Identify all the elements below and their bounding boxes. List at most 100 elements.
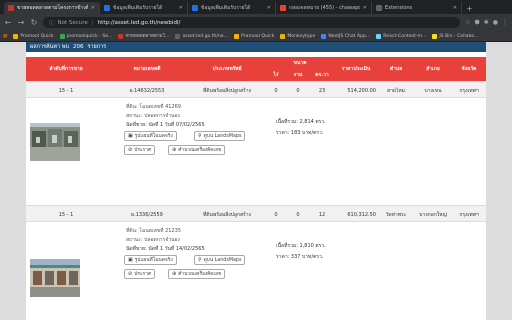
calculator-button[interactable]: ⊕ คำนวณเครื่องคิดเลข [168,145,226,155]
plus-circle-icon: ⊕ [172,271,177,277]
info-icon[interactable]: ⓘ [49,19,55,27]
bookmark-icon [376,33,382,39]
bookmark-item[interactable]: Pramool Quick [13,33,54,39]
cell-rai: 0 [274,211,278,218]
security-label: Not Secure [57,19,88,26]
area-info: เนื้อที่รวม: 2,814 ตรว. ราคา: 183 บาท/ตร… [276,117,326,139]
close-icon[interactable]: ✕ [363,5,367,11]
tab-title: กล่องจดหมาย (455) - chawapolk [289,5,360,11]
tab-inbox[interactable]: กล่องจดหมาย (455) - chawapolk ✕ [276,2,372,14]
cell-type: ที่ดินพร้อมสิ่งปลูกสร้าง [203,211,251,218]
menu-icon[interactable]: ⋮ [502,19,508,26]
bookmark-item[interactable]: Monkeytype [280,33,315,39]
landsmaps-button[interactable]: ⚲ ดูบน LandsMaps [194,131,246,141]
bookmark-item[interactable]: React-Context-m... [376,33,426,39]
forward-icon[interactable]: → [17,18,25,27]
bookmark-icon [118,33,124,39]
header-sale-order: ลำดับที่การขาย [49,66,83,72]
browser-tab-bar: ขายทอดตลาดตามโครงการข้างต้น ✕ ข้อมูลเพิ่… [0,0,512,14]
reload-icon[interactable]: ↻ [30,18,38,27]
cell-case-no: ผ.14632/2553 [129,87,165,94]
announcement-button[interactable]: ⊘ ประกาศ [124,269,156,279]
cell-sale-order: 15 - 1 [58,87,74,94]
cell-wa: 12 [318,211,326,218]
calculator-button[interactable]: ⊕ คำนวณเครื่องคิดเลข [168,269,226,279]
bookmark-item[interactable]: asset.led.go.th/ne... [175,33,228,39]
page-content: ผลการค้นหา พบ 206 รายการ ลำดับที่การขาย … [0,42,512,320]
close-icon[interactable]: ✕ [453,5,457,11]
bookmark-icon [13,33,19,39]
bookmark-icon [280,33,286,39]
back-icon[interactable]: ← [4,18,12,27]
bookmark-item[interactable]: ขายทอดตลาดตามโ... [118,33,169,40]
tab-info-2[interactable]: ข้อมูลเพิ่มเติมรับรายได้ ✕ [188,2,276,14]
property-photo[interactable] [30,123,80,161]
cell-type: ที่ดินพร้อมสิ่งปลูกสร้าง [203,87,251,94]
cell-wa: 23 [318,87,326,94]
new-tab-icon[interactable]: + [462,2,477,14]
tab-favicon [8,5,14,11]
bookmark-item[interactable]: JS Bin - Collabo... [432,33,478,39]
price-per-wa: ราคา: 337 บาท/ตรว. [276,254,324,260]
bookmark-star-icon[interactable]: ☆ [465,19,470,26]
bookmark-icon [59,33,65,39]
announcement-button[interactable]: ⊘ ประกาศ [124,145,156,155]
bookmark-item[interactable]: NextJS Chat App... [321,33,370,39]
table-row[interactable]: 15 - 1 ผ.1336/2559 ที่ดินพร้อมสิ่งปลูกสร… [26,205,486,222]
tab-favicon [104,5,110,11]
header-case-no: หมายเลขคดี [133,66,161,72]
mortgage-status: สถานะ: ปลอดการจำนอง [126,237,180,243]
close-icon[interactable]: ✕ [179,5,183,11]
extension-icon[interactable]: ⬢ [474,19,479,26]
table-header: ลำดับที่การขาย หมายเลขคดี ประเภททรัพย์ ข… [26,57,486,81]
result-count: 206 [72,44,84,50]
header-ngan: งาน [293,72,303,78]
tab-title: ขายทอดตลาดตามโครงการข้างต้น [17,5,88,11]
cell-province: กรุงเทพฯ [459,211,479,218]
result-label: ผลการค้นหา พบ [30,44,69,50]
bookmark-item[interactable]: promoolquick - Se... [59,33,112,39]
ban-icon: ⊘ [128,271,133,277]
property-photo-image [30,259,80,297]
tab-title: Extensions [385,5,413,11]
property-photo[interactable] [30,259,80,297]
property-info: ที่ดิน: โฉนดเลขที่ 21235 สถานะ: ปลอดการจ… [126,227,205,254]
photo-deed-button[interactable]: ▣ รูปแผนที่โฉนดจริง [124,131,177,141]
table-row[interactable]: 15 - 1 ผ.14632/2553 ที่ดินพร้อมสิ่งปลูกส… [26,81,486,98]
image-icon: ▣ [128,257,133,263]
apps-icon[interactable]: ▦ [3,34,7,39]
close-icon[interactable]: ✕ [91,5,95,11]
header-size: ขนาด [293,60,307,66]
header-price: ราคาประเมิน [341,66,371,72]
tab-info-1[interactable]: ข้อมูลเพิ่มเติมรับรายได้ ✕ [100,2,188,14]
cell-amphoe: บางกอกใหญ่ [419,211,447,218]
address-bar: ← → ↻ ⓘ Not Secure | http://asset.led.go… [0,14,512,31]
bookmark-item[interactable]: Pramool Quick [234,33,274,39]
url-input[interactable]: ⓘ Not Secure | http://asset.led.go.th/ne… [43,17,461,28]
tab-title: ข้อมูลเพิ่มเติมรับรายได้ [201,5,251,11]
ban-icon: ⊘ [128,147,133,153]
tab-auction[interactable]: ขายทอดตลาดตามโครงการข้างต้น ✕ [4,2,100,14]
total-area: เนื้อที่รวม: 1,810 ตรว. [276,243,326,249]
photo-deed-button[interactable]: ▣ รูปแผนที่โฉนดจริง [124,255,177,265]
cell-tambon: สายไหม [387,87,405,94]
puzzle-icon [376,5,382,11]
close-icon[interactable]: ✕ [267,5,271,11]
detail-panel: ที่ดิน: โฉนดเลขที่ 41269 สถานะ: ปลอดการจ… [26,99,486,196]
property-photo-image [30,123,80,161]
mortgage-status: สถานะ: ปลอดการจำนอง [126,113,180,119]
price-per-wa: ราคา: 183 บาท/ตรว. [276,130,324,136]
cell-ngan: 0 [296,211,300,218]
landsmaps-button[interactable]: ⚲ ดูบน LandsMaps [194,255,246,265]
tab-extensions[interactable]: Extensions ✕ [372,2,462,14]
cell-amphoe: บางเขน [424,87,442,94]
cell-case-no: ผ.1336/2559 [131,211,163,218]
header-province: จังหวัด [461,66,477,72]
header-wa: ตร.วา [315,72,329,78]
profile-icon[interactable]: ● [493,19,498,26]
cell-ngan: 0 [296,87,300,94]
extension-icons: ☆ ⬢ ✱ ● ⋮ [465,19,508,26]
map-pin-icon: ⚲ [198,257,202,263]
tab-title: ข้อมูลเพิ่มเติมรับรายได้ [113,5,163,11]
puzzle-icon[interactable]: ✱ [484,19,489,26]
